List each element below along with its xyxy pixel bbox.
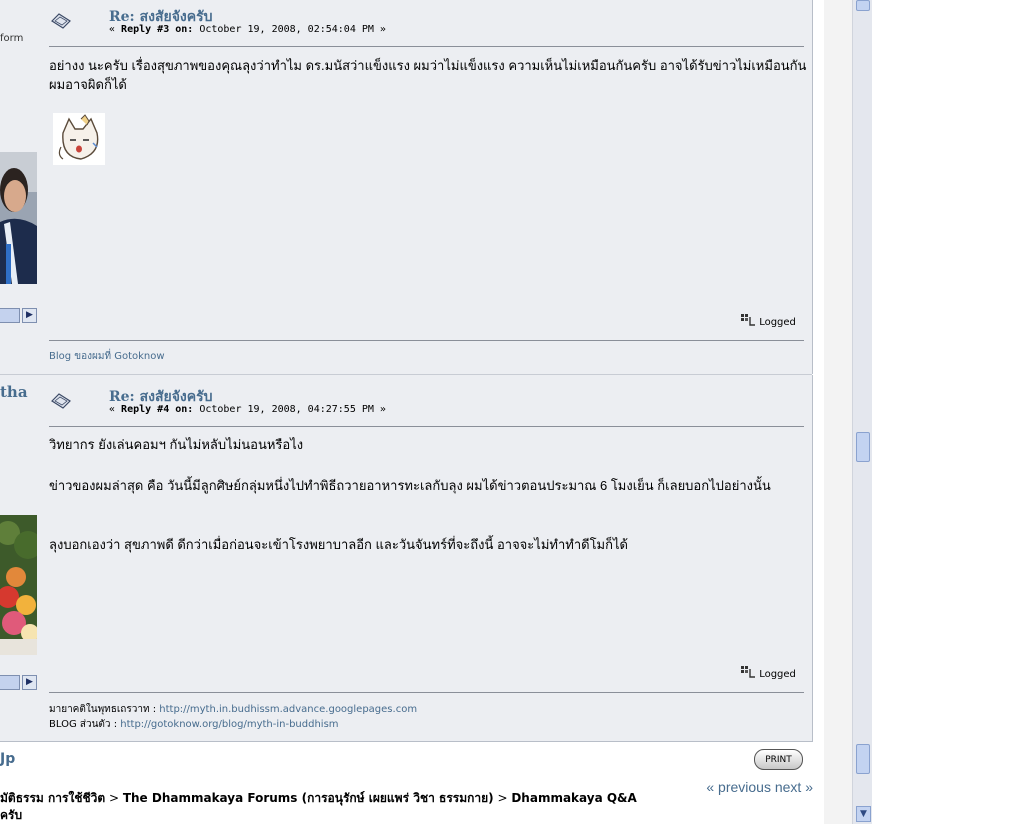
post-body: วิทยากร ยังเล่นคอมฯ กันไม่หลับไม่นอนหรือ… [49, 435, 809, 554]
post-header-divider [49, 46, 804, 47]
vertical-scrollbar[interactable] [852, 0, 872, 824]
ip-logged-icon [741, 314, 755, 326]
topic-navigation: « previous next » [700, 778, 813, 796]
logged-indicator: Logged [740, 313, 796, 328]
forum-thread: form ▶ Re: สงสัยจังครับ « Reply #3 on: O… [0, 0, 824, 824]
post-reply-4: tha ▶ Re: สงสัยจังครับ « Reply #4 on: Oc… [0, 375, 813, 742]
post-paragraph: ลุงบอกเองว่า สุขภาพดี ดีกว่าเมื่อก่อนจะเ… [49, 537, 628, 552]
go-up-link[interactable]: Jp [0, 751, 15, 767]
print-button[interactable]: PRINT [754, 749, 803, 770]
post-meta: « Reply #4 on: October 19, 2008, 04:27:5… [109, 404, 386, 415]
post-reply-3: form ▶ Re: สงสัยจังครับ « Reply #3 on: O… [0, 0, 813, 374]
previous-topic-link[interactable]: « previous [706, 779, 771, 795]
signature-link[interactable]: Blog ของผมที่ Gotoknow [49, 351, 165, 362]
breadcrumb-item[interactable]: The Dhammakaya Forums (การอนุรักษ์ เผยแพ… [123, 791, 494, 805]
post-meta: « Reply #3 on: October 19, 2008, 02:54:0… [109, 24, 386, 35]
signature-divider [49, 692, 804, 693]
poster-name-fragment[interactable]: tha [0, 383, 28, 401]
poster-avatar [0, 152, 37, 284]
breadcrumb: มัติธรรม การใช้ชีวิต > The Dhammakaya Fo… [0, 791, 637, 805]
scrollbar-thumb-inner[interactable] [856, 744, 870, 774]
logged-indicator: Logged [740, 665, 796, 680]
karma-controls: ▶ [0, 308, 37, 323]
logged-label: Logged [759, 317, 796, 328]
next-topic-link[interactable]: next » [775, 779, 813, 795]
ip-logged-icon [741, 666, 755, 678]
emoticon-cat-icon [53, 113, 105, 165]
karma-bar [0, 675, 20, 690]
karma-next-button[interactable]: ▶ [22, 675, 37, 690]
poster-avatar [0, 515, 37, 655]
scroll-up-arrow[interactable] [856, 0, 870, 11]
karma-bar [0, 308, 20, 323]
karma-next-button[interactable]: ▶ [22, 308, 37, 323]
post-paragraph: อย่างง นะครับ เรื่องสุขภาพของคุณลุงว่าทำ… [49, 58, 807, 92]
logged-label: Logged [759, 669, 796, 680]
breadcrumb-item[interactable]: Dhammakaya Q&A [511, 791, 636, 805]
signature-line: มายาคติในพุทธเถรวาท : http://myth.in.bud… [49, 704, 418, 715]
post-xx-icon [51, 13, 71, 29]
poster-info-fragment: form [0, 33, 24, 44]
post-header-divider [49, 426, 804, 427]
signature-divider [49, 340, 804, 341]
breadcrumb-current: ครับ [0, 808, 23, 822]
signature: Blog ของผมที่ Gotoknow [49, 349, 165, 364]
signature-link[interactable]: http://myth.in.budhissm.advance.googlepa… [159, 704, 417, 715]
signature-line: BLOG ส่วนตัว : http://gotoknow.org/blog/… [49, 719, 339, 730]
scrollbar-thumb[interactable] [856, 432, 870, 462]
post-body: อย่างง นะครับ เรื่องสุขภาพของคุณลุงว่าทำ… [49, 56, 809, 94]
post-paragraph: วิทยากร ยังเล่นคอมฯ กันไม่หลับไม่นอนหรือ… [49, 437, 304, 452]
scroll-down-arrow[interactable]: ▼ [856, 806, 871, 822]
post-xx-icon [51, 393, 71, 409]
signature-link[interactable]: http://gotoknow.org/blog/myth-in-buddhis… [120, 719, 338, 730]
post-paragraph: ข่าวของผมล่าสุด คือ วันนี้มีลูกศิษย์กลุ่… [49, 478, 771, 493]
breadcrumb-item[interactable]: มัติธรรม การใช้ชีวิต [0, 791, 105, 805]
karma-controls: ▶ [0, 675, 37, 690]
